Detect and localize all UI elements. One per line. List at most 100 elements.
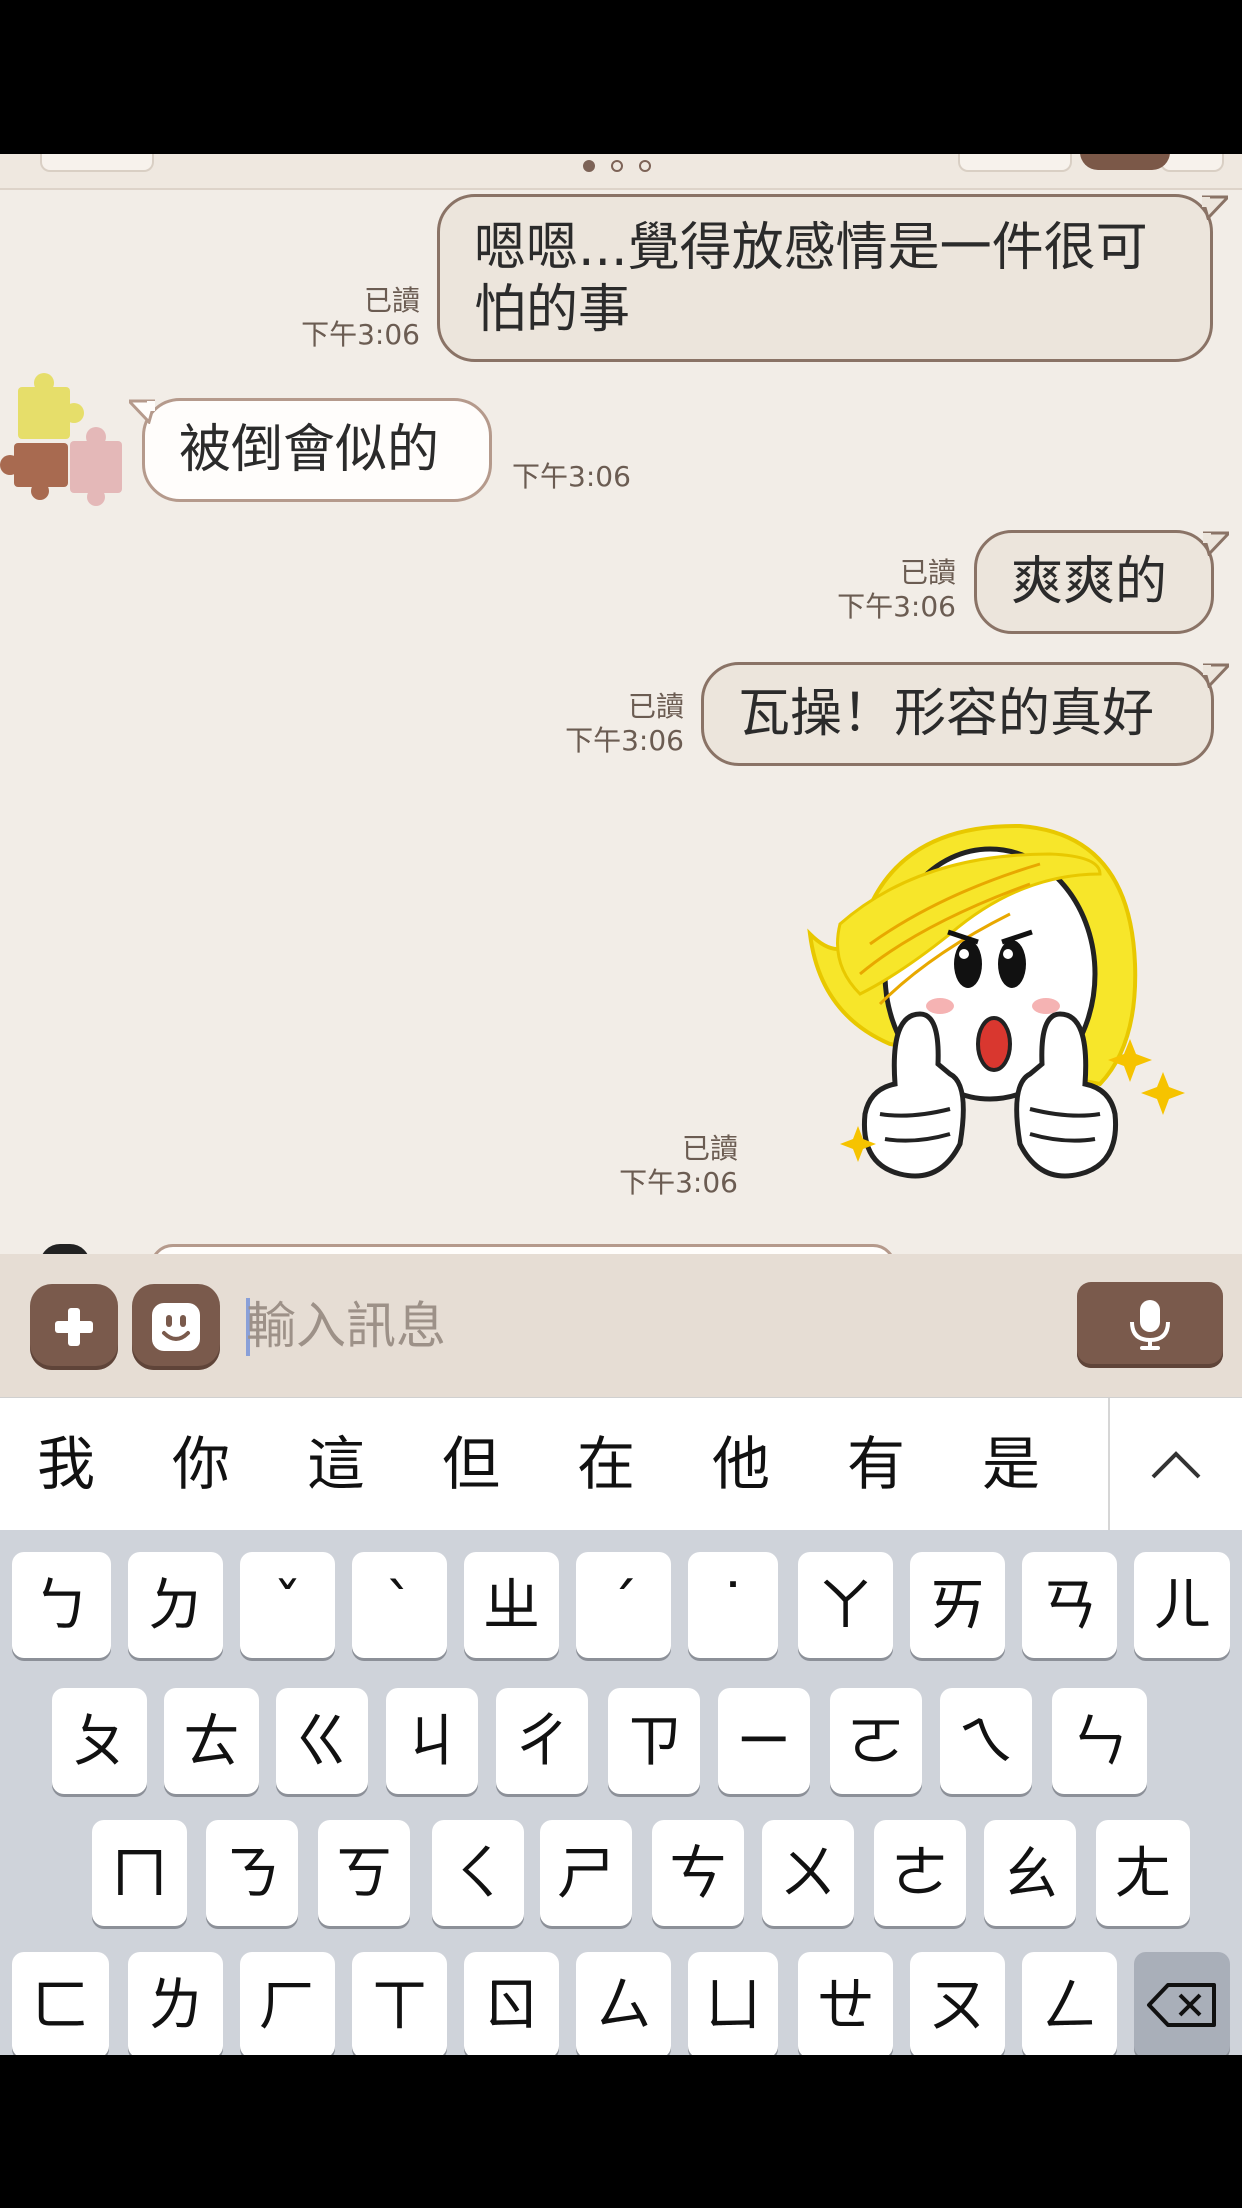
message-text: 爽爽的	[1011, 552, 1168, 612]
status-bar-area	[0, 0, 1242, 154]
read-receipt: 已讀	[899, 556, 956, 589]
key[interactable]: ㄜ	[874, 1820, 966, 1926]
key[interactable]: ㄊ	[164, 1688, 259, 1794]
key[interactable]: ㄖ	[464, 1952, 559, 2055]
key[interactable]: ㄅ	[12, 1552, 111, 1658]
backspace-key[interactable]	[1134, 1952, 1230, 2055]
message-time: 下午3:06	[619, 1166, 738, 1199]
bubble-tail	[1202, 195, 1228, 220]
key[interactable]: ㄠ	[984, 1820, 1076, 1926]
candidate-bar: 我 你 這 但 在 他 有 是	[0, 1397, 1242, 1531]
key[interactable]: ㄋ	[206, 1820, 298, 1926]
thumbs-up-blonde-girl-sticker[interactable]	[800, 814, 1190, 1214]
message-time: 下午3:06	[301, 318, 420, 351]
message-bubble-incoming[interactable]: 被倒會似的	[129, 398, 492, 502]
message-text: 怕的事	[474, 280, 631, 340]
key[interactable]: ㄞ	[910, 1552, 1005, 1658]
candidate-word[interactable]: 我	[6, 1398, 126, 1531]
message-input-bar: 輸入訊息	[0, 1254, 1242, 1397]
key[interactable]: ㄑ	[432, 1820, 524, 1926]
candidate-word[interactable]: 你	[141, 1398, 261, 1531]
key[interactable]: ㄓ	[464, 1552, 559, 1658]
key[interactable]: ㄙ	[576, 1952, 671, 2055]
chevron-up-icon	[1151, 1450, 1201, 1478]
read-receipt: 已讀	[627, 690, 684, 723]
message-text: 瓦操！形容的真好	[738, 684, 1155, 744]
key[interactable]: ㄉ	[128, 1552, 223, 1658]
key[interactable]: ㄌ	[128, 1952, 223, 2055]
emoji-button[interactable]	[132, 1284, 220, 1370]
message-bubble-outgoing[interactable]: 爽爽的	[974, 530, 1229, 634]
expand-candidates-button[interactable]	[1110, 1398, 1242, 1531]
message-bubble-outgoing[interactable]: 嗯嗯...覺得放感情是一件很可 怕的事	[437, 194, 1228, 362]
bubble-tail	[1203, 663, 1229, 688]
key[interactable]: ˙	[688, 1552, 778, 1658]
key[interactable]: ˊ	[576, 1552, 671, 1658]
bubble-tail	[129, 399, 155, 424]
zhuyin-keyboard: ㄅ ㄉ ˇ ˋ ㄓ ˊ ˙ ㄚ ㄞ ㄢ ㄦ ㄆ ㄊ ㄍ ㄐ ㄔ ㄗ ㄧ ㄛ ㄟ …	[0, 1530, 1242, 2055]
key[interactable]: ˋ	[352, 1552, 447, 1658]
candidate-word[interactable]: 在	[546, 1398, 666, 1531]
bubble-tail	[1203, 531, 1229, 556]
message-bubble-outgoing[interactable]: 瓦操！形容的真好	[701, 662, 1229, 766]
key[interactable]: ˇ	[240, 1552, 335, 1658]
read-receipt: 已讀	[363, 284, 420, 317]
message-meta: 已讀 下午3:06	[260, 284, 420, 352]
key[interactable]: ㄗ	[608, 1688, 700, 1794]
chat-area[interactable]: 已讀 下午3:06 嗯嗯...覺得放感情是一件很可 怕的事 被倒會似的 下午3:…	[0, 154, 1242, 1254]
key[interactable]: ㄍ	[276, 1688, 368, 1794]
key[interactable]: ㄕ	[540, 1820, 632, 1926]
key[interactable]: ㄦ	[1134, 1552, 1230, 1658]
message-time: 下午3:06	[565, 724, 684, 757]
avatar	[40, 1244, 90, 1254]
key[interactable]: ㄣ	[1052, 1688, 1147, 1794]
microphone-icon	[1130, 1300, 1170, 1350]
key[interactable]: ㄢ	[1022, 1552, 1117, 1658]
key[interactable]: ㄎ	[318, 1820, 410, 1926]
key[interactable]: ㄆ	[52, 1688, 147, 1794]
key[interactable]: ㄏ	[240, 1952, 335, 2055]
key[interactable]: ㄝ	[798, 1952, 893, 2055]
key[interactable]: ㄥ	[1022, 1952, 1117, 2055]
page-dot	[611, 160, 623, 172]
key[interactable]: ㄐ	[386, 1688, 478, 1794]
message-bubble-incoming-partial	[150, 1244, 896, 1254]
key[interactable]: ㄘ	[652, 1820, 744, 1926]
tab-stub	[958, 154, 1072, 172]
key[interactable]: ㄈ	[12, 1952, 109, 2055]
message-time: 下午3:06	[837, 590, 956, 623]
page-dot	[639, 160, 651, 172]
key[interactable]: ㄤ	[1096, 1820, 1190, 1926]
bottom-bar-area	[0, 2055, 1242, 2208]
candidate-word[interactable]: 他	[681, 1398, 801, 1531]
message-input[interactable]: 輸入訊息	[246, 1286, 1046, 1366]
page-indicator	[583, 160, 651, 172]
candidate-word[interactable]: 有	[816, 1398, 936, 1531]
key[interactable]: ㄨ	[762, 1820, 854, 1926]
key[interactable]: ㄩ	[688, 1952, 778, 2055]
tab-stub	[40, 154, 154, 172]
message-text: 嗯嗯...覺得放感情是一件很可	[474, 218, 1148, 278]
key[interactable]: ㄇ	[92, 1820, 187, 1926]
key[interactable]: ㄚ	[798, 1552, 893, 1658]
key[interactable]: ㄟ	[940, 1688, 1032, 1794]
key[interactable]: ㄒ	[352, 1952, 447, 2055]
candidate-word[interactable]: 是	[951, 1398, 1071, 1531]
key[interactable]: ㄛ	[830, 1688, 922, 1794]
key[interactable]: ㄡ	[910, 1952, 1005, 2055]
plus-icon	[55, 1308, 93, 1346]
message-meta: 已讀 下午3:06	[524, 690, 684, 758]
key[interactable]: ㄔ	[496, 1688, 588, 1794]
candidate-word[interactable]: 但	[411, 1398, 531, 1531]
tab-stub	[1160, 154, 1224, 172]
message-meta: 已讀 下午3:06	[796, 556, 956, 624]
key[interactable]: ㄧ	[718, 1688, 810, 1794]
candidate-word[interactable]: 這	[276, 1398, 396, 1531]
microphone-button[interactable]	[1077, 1282, 1223, 1368]
plus-button[interactable]	[30, 1284, 118, 1370]
avatar-puzzle-icon[interactable]	[0, 369, 130, 509]
message-text: 被倒會似的	[179, 420, 440, 480]
message-time: 下午3:06	[512, 460, 631, 493]
message-meta: 已讀 下午3:06	[578, 1132, 738, 1200]
brown-tab-stub	[1080, 154, 1170, 170]
